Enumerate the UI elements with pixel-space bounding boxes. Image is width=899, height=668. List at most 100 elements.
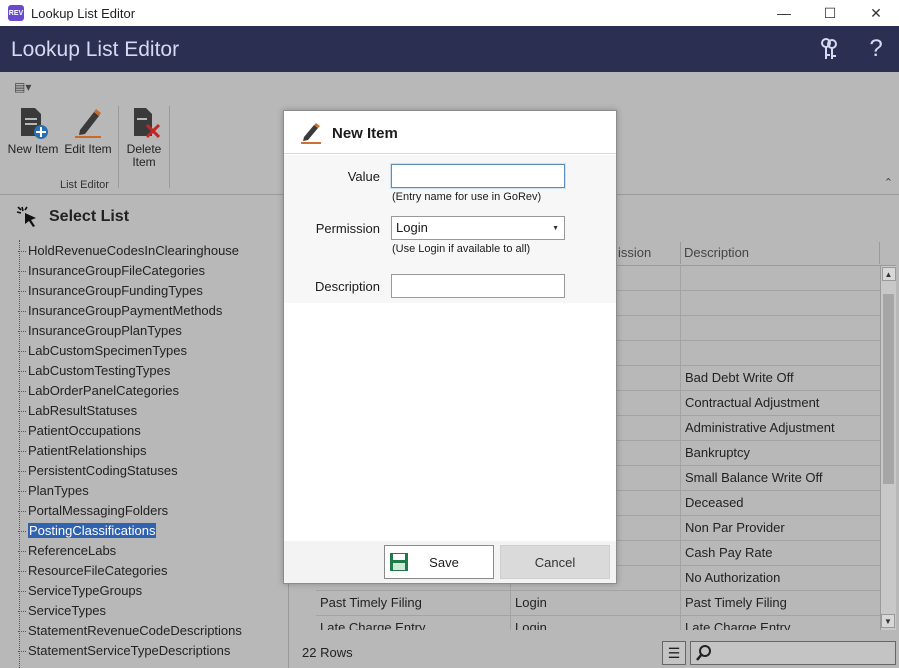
tree-item[interactable]: PersistentCodingStatuses bbox=[18, 462, 178, 480]
column-header-permission[interactable]: ission bbox=[618, 245, 651, 260]
cell-description: Administrative Adjustment bbox=[685, 420, 835, 435]
dialog-footer: Save Cancel bbox=[284, 541, 616, 583]
window-titlebar: REV Lookup List Editor — ☐ ✕ bbox=[0, 0, 899, 26]
save-label: Save bbox=[429, 554, 459, 570]
tree-item[interactable]: HoldRevenueCodesInClearinghouse bbox=[18, 242, 239, 260]
delete-item-ribbon-button[interactable]: Delete Item bbox=[116, 106, 172, 169]
list-tree: HoldRevenueCodesInClearinghouse Insurance… bbox=[2, 240, 289, 668]
cell-divider bbox=[680, 341, 681, 366]
permission-hint: (Use Login if available to all) bbox=[392, 243, 531, 255]
tree-item[interactable]: LabOrderPanelCategories bbox=[18, 382, 179, 400]
select-list-label: Select List bbox=[49, 208, 130, 225]
tree-item[interactable]: InsuranceGroupPlanTypes bbox=[18, 322, 182, 340]
tree-item-label: ServiceTypes bbox=[28, 603, 107, 618]
cell-divider bbox=[680, 366, 681, 391]
tree-item[interactable]: PatientRelationships bbox=[18, 442, 147, 460]
cell-divider bbox=[680, 291, 681, 316]
ribbon-separator bbox=[169, 106, 170, 188]
tree-item[interactable]: LabCustomTestingTypes bbox=[18, 362, 170, 380]
scroll-up-button[interactable]: ▲ bbox=[881, 267, 896, 281]
scroll-thumb[interactable] bbox=[883, 294, 894, 484]
tree-item[interactable]: InsuranceGroupFundingTypes bbox=[18, 282, 203, 300]
cell-divider bbox=[680, 491, 681, 516]
tree-item[interactable]: ReferenceLabs bbox=[18, 542, 116, 560]
tree-item[interactable]: LabResultStatuses bbox=[18, 402, 137, 420]
minimize-button[interactable]: — bbox=[761, 0, 807, 26]
cell-description: Past Timely Filing bbox=[685, 595, 787, 610]
tree-item[interactable]: StatementServiceTypeDescriptions bbox=[18, 642, 230, 660]
tree-item-label: LabCustomTestingTypes bbox=[28, 363, 171, 378]
tree-item[interactable]: InsuranceGroupFileCategories bbox=[18, 262, 205, 280]
cell-description: Contractual Adjustment bbox=[685, 395, 820, 410]
cell-divider bbox=[680, 566, 681, 591]
cell-description: No Authorization bbox=[685, 570, 781, 585]
cell-description: Bankruptcy bbox=[685, 445, 751, 460]
tree-item-label: StatementRevenueCodeDescriptions bbox=[28, 623, 242, 638]
tree-item-label: ResourceFileCategories bbox=[28, 563, 168, 578]
quick-access-menu-icon[interactable]: ▤▾ bbox=[14, 80, 31, 94]
cell-divider bbox=[680, 441, 681, 466]
new-item-ribbon-button[interactable]: New Item bbox=[5, 106, 61, 156]
cell-description: Non Par Provider bbox=[685, 520, 785, 535]
tree-item-label: PortalMessagingFolders bbox=[28, 503, 169, 518]
tree-item[interactable]: LabCustomSpecimenTypes bbox=[18, 342, 187, 360]
permission-label: Permission bbox=[315, 221, 380, 236]
edit-item-label: Edit Item bbox=[64, 142, 112, 156]
tree-item-label: StatementServiceTypeDescriptions bbox=[28, 643, 231, 658]
column-header-description[interactable]: Description bbox=[684, 245, 749, 260]
tree-item[interactable]: ResourceFileCategories bbox=[18, 562, 167, 580]
cell-divider bbox=[680, 516, 681, 541]
tree-item[interactable]: PostingClassifications bbox=[18, 522, 157, 540]
edit-pencil-icon bbox=[301, 123, 321, 144]
ribbon-group-label: List Editor bbox=[60, 179, 109, 191]
search-icon bbox=[696, 645, 711, 661]
edit-item-ribbon-button[interactable]: Edit Item bbox=[60, 106, 116, 156]
save-disk-icon bbox=[390, 553, 408, 571]
tree-item-label: PostingClassifications bbox=[28, 523, 157, 538]
scroll-down-button[interactable]: ▼ bbox=[881, 614, 895, 628]
tree-item[interactable]: InsuranceGroupPaymentMethods bbox=[18, 302, 222, 320]
app-header: Lookup List Editor ? bbox=[0, 26, 899, 72]
value-input[interactable] bbox=[391, 164, 565, 188]
table-row[interactable]: Late Charge Entry Login Late Charge Entry bbox=[316, 616, 880, 630]
grid-scrollbar[interactable]: ▲ ▼ bbox=[880, 266, 896, 630]
grid-menu-button[interactable]: ☰ bbox=[662, 641, 686, 665]
value-hint: (Entry name for use in GoRev) bbox=[392, 191, 542, 203]
help-icon[interactable]: ? bbox=[863, 35, 889, 62]
cell-divider bbox=[680, 616, 681, 630]
cell-permission: Login bbox=[515, 595, 547, 610]
keys-icon-graphic bbox=[821, 38, 837, 59]
cursor-click-icon bbox=[16, 206, 36, 227]
maximize-button[interactable]: ☐ bbox=[807, 0, 853, 26]
tree-item-label: LabCustomSpecimenTypes bbox=[28, 343, 187, 358]
save-button[interactable]: Save bbox=[384, 545, 494, 579]
cell-divider bbox=[680, 591, 681, 616]
window-controls: — ☐ ✕ bbox=[761, 0, 899, 26]
keys-icon[interactable] bbox=[816, 36, 842, 62]
delete-item-label: Delete Item bbox=[126, 142, 162, 169]
new-item-icon bbox=[21, 108, 48, 139]
grid-status-bar: 22 Rows ☰ bbox=[290, 638, 899, 668]
cell-value: Past Timely Filing bbox=[320, 595, 422, 610]
row-count: 22 Rows bbox=[302, 645, 353, 660]
cancel-button[interactable]: Cancel bbox=[500, 545, 610, 579]
grid-search-input[interactable] bbox=[690, 641, 896, 665]
collapse-ribbon-icon[interactable]: ⌃ bbox=[884, 176, 893, 189]
close-window-button[interactable]: ✕ bbox=[853, 0, 899, 26]
description-input[interactable] bbox=[391, 274, 565, 298]
tree-item[interactable]: StatementRevenueCodeDescriptions bbox=[18, 622, 242, 640]
dialog-form: Value (Entry name for use in GoRev) Perm… bbox=[284, 155, 616, 303]
cell-description: Deceased bbox=[685, 495, 744, 510]
tree-item-label: InsuranceGroupFileCategories bbox=[28, 263, 206, 278]
tree-item[interactable]: PlanTypes bbox=[18, 482, 89, 500]
cell-divider bbox=[680, 391, 681, 416]
value-label: Value bbox=[347, 169, 380, 184]
tree-item[interactable]: ServiceTypes bbox=[18, 602, 106, 620]
window-title: Lookup List Editor bbox=[31, 5, 136, 21]
permission-dropdown[interactable]: Login ▼ bbox=[391, 216, 565, 240]
tree-item[interactable]: PatientOccupations bbox=[18, 422, 141, 440]
tree-item[interactable]: ServiceTypeGroups bbox=[18, 582, 142, 600]
tree-item-label: HoldRevenueCodesInClearinghouse bbox=[28, 243, 240, 258]
tree-item[interactable]: PortalMessagingFolders bbox=[18, 502, 168, 520]
table-row[interactable]: Past Timely Filing Login Past Timely Filin… bbox=[316, 591, 880, 616]
